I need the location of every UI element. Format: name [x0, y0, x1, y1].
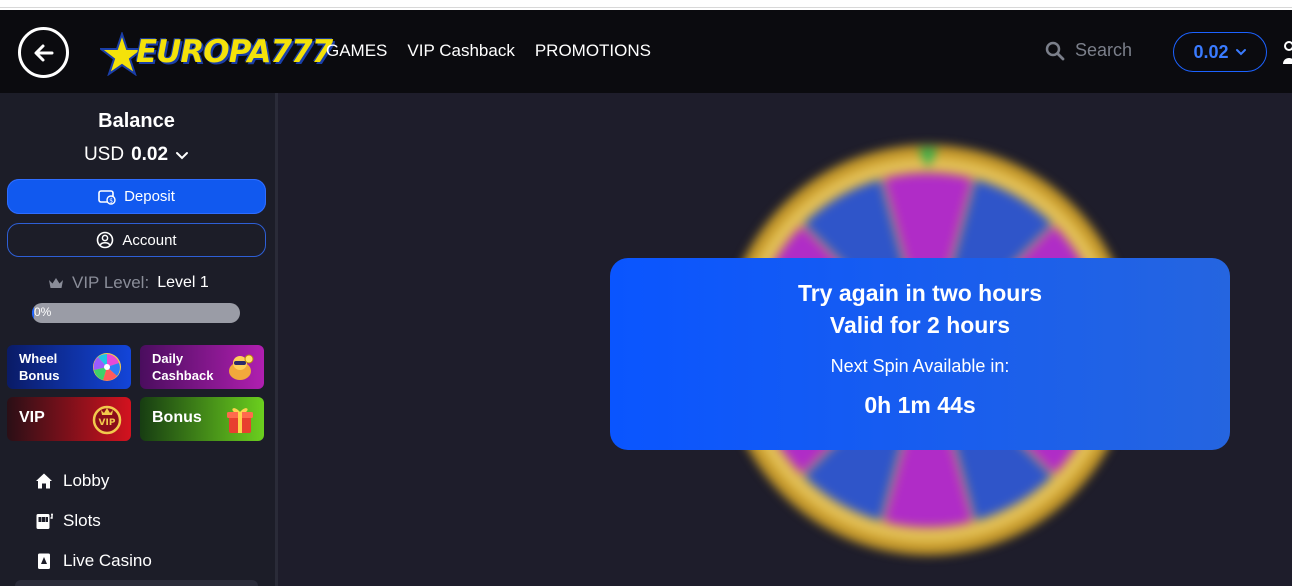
balance-currency: USD [83, 144, 125, 165]
search-box[interactable]: Search [1045, 40, 1132, 61]
spin-cooldown-modal: Try again in two hours Valid for 2 hours… [610, 258, 1230, 450]
user-add-icon[interactable] [1283, 38, 1292, 68]
countdown-timer: 0h 1m 44s [864, 392, 976, 418]
vip-level-label: VIP Level: [72, 273, 150, 292]
browser-top-strip [0, 0, 1292, 8]
bonus-tile[interactable]: Bonus [140, 397, 264, 441]
vip-badge-icon: VIP [92, 405, 122, 435]
slot-machine-icon [36, 513, 53, 529]
fortune-wheel-icon [93, 353, 121, 381]
daily-cashback-label-2: Cashback [152, 368, 214, 383]
crown-icon [49, 278, 63, 288]
left-sidebar: Balance USD 0.02 $ Deposit Account VIP L… [0, 93, 275, 586]
search-icon [1045, 41, 1065, 60]
arrow-left-icon [34, 44, 53, 61]
search-placeholder: Search [1075, 40, 1133, 60]
vip-progress-bar: 0% [32, 303, 240, 323]
sidebar-item-live-casino[interactable]: Live Casino [35, 551, 152, 571]
daily-cashback-tile[interactable]: Daily Cashback [140, 345, 264, 389]
vip-tile-label: VIP [19, 409, 45, 426]
logo-text: EUROPA777 [136, 34, 333, 70]
modal-validity: Valid for 2 hours [829, 312, 1011, 338]
daily-cashback-label-1: Daily [152, 351, 184, 366]
balance-selector[interactable]: USD 0.02 [0, 144, 273, 166]
vip-progress-text: 0% [34, 305, 52, 319]
vip-tile[interactable]: VIP VIP [7, 397, 131, 441]
vip-level-value: Level 1 [157, 274, 209, 291]
back-button[interactable] [18, 27, 69, 78]
nav-games[interactable]: GAMES [326, 41, 387, 61]
main-content: Try again in two hours Valid for 2 hours… [278, 93, 1292, 586]
wallet-icon: $ [98, 189, 116, 205]
balance-amount: 0.02 [131, 144, 169, 165]
sidebar-item-label: Lobby [63, 471, 110, 490]
gift-box-icon [227, 408, 253, 433]
main-nav: GAMES VIP Cashback PROMOTIONS [326, 41, 651, 61]
vip-level-row: VIP Level: Level 1 [48, 273, 209, 293]
sidebar-item-label: Live Casino [63, 551, 152, 570]
user-circle-icon [97, 231, 114, 249]
sidebar-item-lobby[interactable]: Lobby [35, 471, 109, 491]
bonus-tile-label: Bonus [152, 409, 202, 426]
svg-text:$: $ [109, 197, 113, 204]
top-header: EUROPA777 GAMES VIP Cashback PROMOTIONS … [0, 10, 1292, 93]
modal-title: Try again in two hours [797, 280, 1043, 306]
deposit-button[interactable]: $ Deposit [7, 179, 266, 214]
balance-pill-amount: 0.02 [1193, 41, 1229, 62]
playing-card-icon [38, 553, 50, 569]
home-icon [36, 473, 52, 489]
chevron-down-icon [176, 152, 189, 160]
deposit-label: Deposit [124, 188, 175, 205]
nav-vip-cashback[interactable]: VIP Cashback [407, 41, 514, 61]
sidebar-item-next[interactable] [15, 580, 258, 586]
nav-promotions[interactable]: PROMOTIONS [535, 41, 651, 61]
sidebar-item-slots[interactable]: Slots [35, 511, 101, 531]
site-logo[interactable]: EUROPA777 [100, 32, 333, 76]
balance-dropdown[interactable]: 0.02 [1173, 32, 1267, 72]
account-button[interactable]: Account [7, 223, 266, 257]
wheel-bonus-label-2: Bonus [19, 368, 60, 383]
wheel-bonus-tile[interactable]: Wheel Bonus [7, 345, 131, 389]
cashback-mascot-icon [229, 354, 254, 380]
account-label: Account [122, 231, 177, 249]
balance-title: Balance [98, 110, 175, 132]
next-spin-label: Next Spin Available in: [830, 356, 1010, 376]
sidebar-item-label: Slots [63, 511, 101, 530]
chevron-down-icon [1235, 49, 1246, 56]
svg-text:VIP: VIP [99, 418, 116, 428]
wheel-bonus-label-1: Wheel [19, 351, 58, 366]
